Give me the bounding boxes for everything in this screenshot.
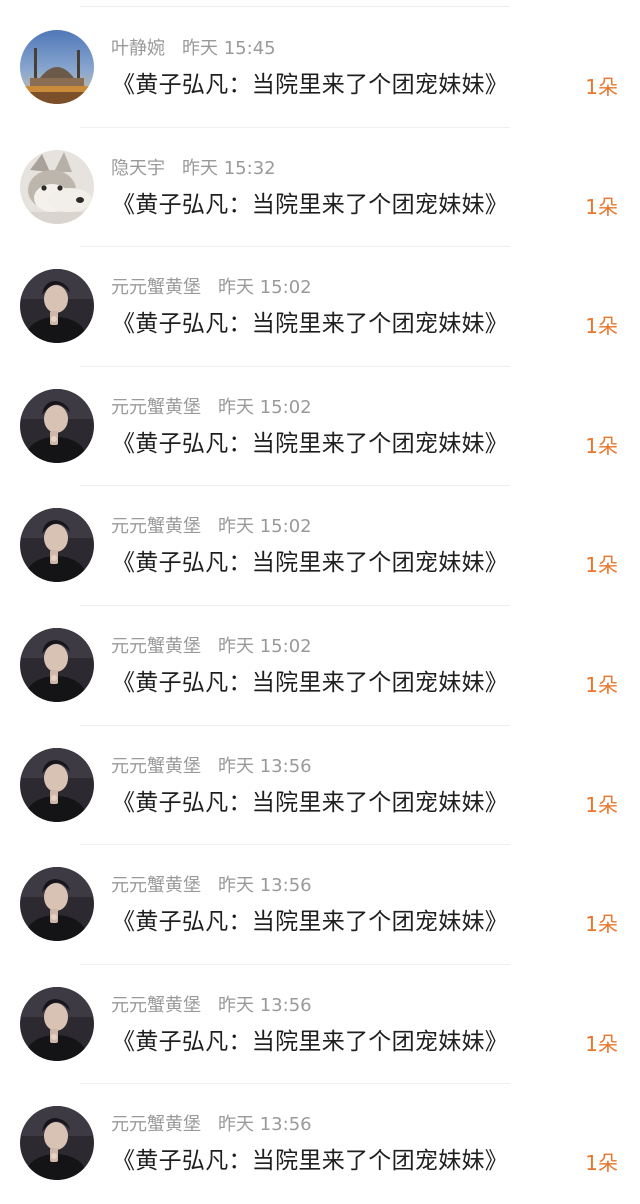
timestamp: 昨天 15:02	[218, 516, 312, 538]
item-meta: 元元蟹黄堡 昨天 13:56	[111, 994, 312, 1018]
item-meta: 元元蟹黄堡 昨天 13:56	[111, 1113, 312, 1137]
user-name[interactable]: 隐天宇	[111, 158, 165, 179]
husky-dog-avatar-icon[interactable]	[20, 149, 94, 224]
list-item[interactable]: 元元蟹黄堡 昨天 13:56 《黄子弘凡：当院里来了个团宠妹妹》 1朵	[0, 845, 640, 965]
work-title[interactable]: 《黄子弘凡：当院里来了个团宠妹妹》	[112, 308, 508, 340]
item-meta: 元元蟹黄堡 昨天 15:02	[111, 396, 312, 420]
list-item[interactable]: 叶静婉 昨天 15:45 《黄子弘凡：当院里来了个团宠妹妹》 1朵	[0, 8, 640, 128]
flower-count: 1朵	[585, 672, 618, 697]
work-title[interactable]: 《黄子弘凡：当院里来了个团宠妹妹》	[112, 189, 508, 221]
work-title[interactable]: 《黄子弘凡：当院里来了个团宠妹妹》	[112, 906, 508, 938]
portrait-avatar-icon[interactable]	[20, 867, 94, 942]
user-name[interactable]: 元元蟹黄堡	[111, 397, 201, 418]
portrait-avatar-icon[interactable]	[20, 269, 94, 344]
user-name[interactable]: 叶静婉	[111, 38, 165, 59]
timestamp: 昨天 13:56	[218, 875, 312, 897]
work-title[interactable]: 《黄子弘凡：当院里来了个团宠妹妹》	[112, 547, 508, 579]
portrait-avatar-icon[interactable]	[20, 627, 94, 702]
portrait-avatar-icon[interactable]	[20, 1106, 94, 1181]
work-title[interactable]: 《黄子弘凡：当院里来了个团宠妹妹》	[112, 1026, 508, 1058]
gift-record-list: 叶静婉 昨天 15:45 《黄子弘凡：当院里来了个团宠妹妹》 1朵 隐天宇 昨天 1…	[0, 8, 640, 1204]
list-item[interactable]: 元元蟹黄堡 昨天 15:02 《黄子弘凡：当院里来了个团宠妹妹》 1朵	[0, 367, 640, 487]
item-meta: 元元蟹黄堡 昨天 15:02	[111, 276, 312, 300]
timestamp: 昨天 15:02	[218, 277, 312, 299]
item-meta: 元元蟹黄堡 昨天 15:02	[111, 515, 312, 539]
item-meta: 隐天宇 昨天 15:32	[111, 157, 276, 181]
timestamp: 昨天 13:56	[218, 994, 312, 1016]
portrait-avatar-icon[interactable]	[20, 508, 94, 583]
top-divider	[80, 6, 510, 7]
timestamp: 昨天 15:45	[182, 38, 276, 59]
timestamp: 昨天 15:02	[218, 396, 312, 418]
timestamp: 昨天 15:02	[218, 635, 312, 657]
flower-count: 1朵	[585, 433, 618, 458]
flower-count: 1朵	[585, 553, 618, 578]
portrait-avatar-icon[interactable]	[20, 986, 94, 1061]
flower-count: 1朵	[585, 912, 618, 937]
flower-count: 1朵	[585, 792, 618, 817]
item-meta: 元元蟹黄堡 昨天 13:56	[111, 874, 312, 898]
list-item[interactable]: 元元蟹黄堡 昨天 13:56 《黄子弘凡：当院里来了个团宠妹妹》 1朵	[0, 1084, 640, 1204]
work-title[interactable]: 《黄子弘凡：当院里来了个团宠妹妹》	[112, 1145, 508, 1177]
user-name[interactable]: 元元蟹黄堡	[111, 995, 201, 1016]
user-name[interactable]: 元元蟹黄堡	[111, 1114, 201, 1135]
timestamp: 昨天 15:32	[182, 157, 276, 179]
flower-count: 1朵	[585, 194, 618, 219]
list-item[interactable]: 隐天宇 昨天 15:32 《黄子弘凡：当院里来了个团宠妹妹》 1朵	[0, 128, 640, 248]
flower-count: 1朵	[585, 1151, 618, 1176]
list-item[interactable]: 元元蟹黄堡 昨天 13:56 《黄子弘凡：当院里来了个团宠妹妹》 1朵	[0, 726, 640, 846]
portrait-avatar-icon[interactable]	[20, 747, 94, 822]
work-title[interactable]: 《黄子弘凡：当院里来了个团宠妹妹》	[112, 69, 508, 101]
timestamp: 昨天 13:56	[218, 755, 312, 777]
list-item[interactable]: 元元蟹黄堡 昨天 15:02 《黄子弘凡：当院里来了个团宠妹妹》 1朵	[0, 486, 640, 606]
work-title[interactable]: 《黄子弘凡：当院里来了个团宠妹妹》	[112, 428, 508, 460]
flower-count: 1朵	[585, 75, 618, 99]
timestamp: 昨天 13:56	[218, 1114, 312, 1136]
user-name[interactable]: 元元蟹黄堡	[111, 756, 201, 777]
user-name[interactable]: 元元蟹黄堡	[111, 277, 201, 298]
list-item[interactable]: 元元蟹黄堡 昨天 15:02 《黄子弘凡：当院里来了个团宠妹妹》 1朵	[0, 606, 640, 726]
user-name[interactable]: 元元蟹黄堡	[111, 636, 201, 657]
list-item[interactable]: 元元蟹黄堡 昨天 13:56 《黄子弘凡：当院里来了个团宠妹妹》 1朵	[0, 965, 640, 1085]
item-meta: 元元蟹黄堡 昨天 13:56	[111, 755, 312, 779]
user-name[interactable]: 元元蟹黄堡	[111, 516, 201, 537]
cityscape-avatar-icon[interactable]	[20, 30, 94, 104]
list-item[interactable]: 元元蟹黄堡 昨天 15:02 《黄子弘凡：当院里来了个团宠妹妹》 1朵	[0, 247, 640, 367]
user-name[interactable]: 元元蟹黄堡	[111, 875, 201, 896]
work-title[interactable]: 《黄子弘凡：当院里来了个团宠妹妹》	[112, 667, 508, 699]
work-title[interactable]: 《黄子弘凡：当院里来了个团宠妹妹》	[112, 787, 508, 819]
portrait-avatar-icon[interactable]	[20, 388, 94, 463]
item-meta: 叶静婉 昨天 15:45	[111, 37, 276, 61]
flower-count: 1朵	[585, 314, 618, 339]
flower-count: 1朵	[585, 1031, 618, 1056]
item-meta: 元元蟹黄堡 昨天 15:02	[111, 635, 312, 659]
